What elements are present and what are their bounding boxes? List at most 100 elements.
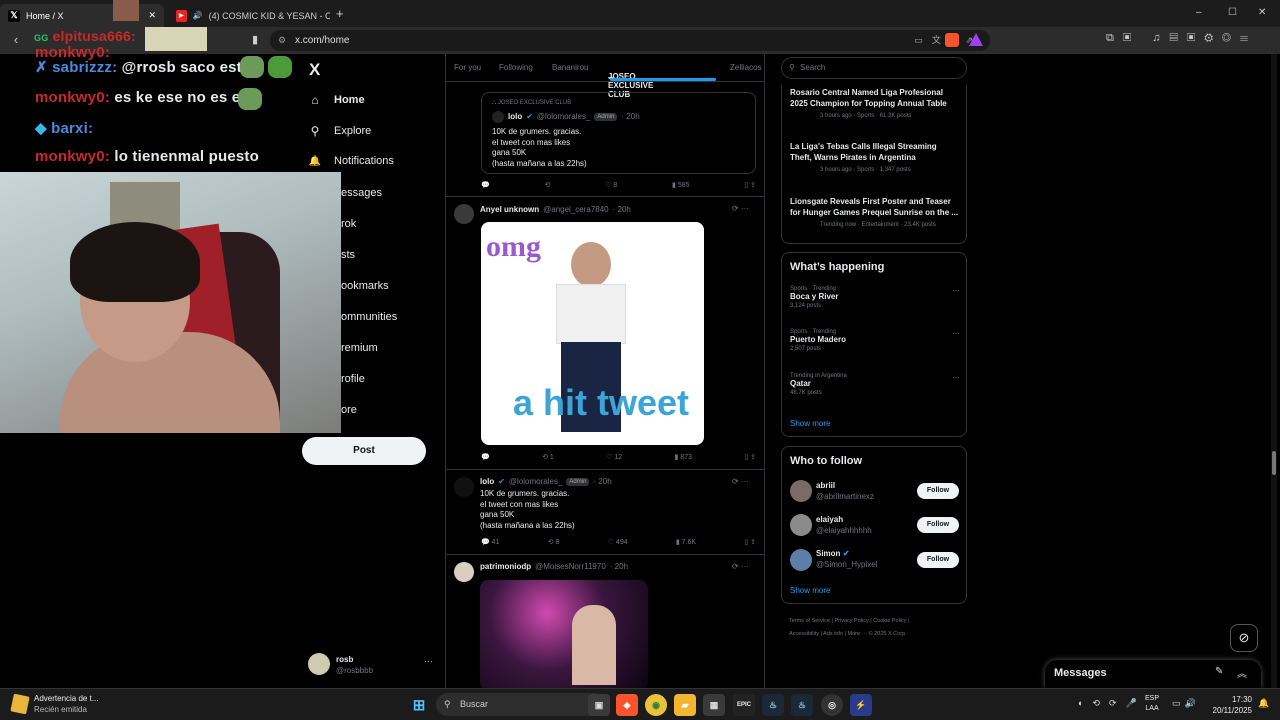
- sidebar-item-more[interactable]: ore: [341, 404, 357, 416]
- news-item[interactable]: La Liga's Tebas Calls Illegal Streaming …: [790, 142, 958, 173]
- language-indicator[interactable]: ESP LAA: [1145, 694, 1159, 714]
- obs-icon[interactable]: ◎: [821, 694, 843, 716]
- taskbar-search[interactable]: ⚲ Buscar: [436, 693, 606, 716]
- sidebar-item-explore[interactable]: ⚲ Explore: [308, 124, 372, 138]
- like-icon[interactable]: ♡ 12: [606, 453, 622, 461]
- avatar[interactable]: [790, 549, 812, 571]
- tab-for-you[interactable]: For you: [454, 63, 481, 72]
- new-tab-button[interactable]: +: [336, 6, 344, 21]
- bookmark-icon[interactable]: ▯ ⇪: [744, 453, 756, 461]
- avatar[interactable]: [790, 480, 812, 502]
- bookmark-icon[interactable]: ▯ ⇪: [744, 538, 756, 546]
- sidebar-item-notifications[interactable]: 🔔 Notifications: [308, 155, 394, 167]
- sidebar-item-grok[interactable]: rok: [341, 218, 356, 230]
- follow-button[interactable]: Follow: [917, 483, 959, 499]
- follow-button[interactable]: Follow: [917, 517, 959, 533]
- views-icon[interactable]: ▮ 7.6K: [676, 538, 696, 546]
- follow-user[interactable]: elaiyah @elaiyahhhhhh: [816, 515, 872, 535]
- trend-item[interactable]: Sports · Trending Puerto Madero 2,507 po…: [790, 329, 960, 352]
- repost-icon[interactable]: ⟲ 8: [548, 538, 560, 546]
- page-scrollbar[interactable]: [1271, 54, 1277, 688]
- feed-tabs: For you Following Bananirou JOSEO EXCLUS…: [446, 54, 764, 99]
- tab-following[interactable]: Following: [499, 63, 533, 72]
- avatar[interactable]: [454, 477, 474, 497]
- like-icon[interactable]: ♡ 8: [605, 181, 617, 189]
- news-item[interactable]: Lionsgate Reveals First Poster and Tease…: [790, 197, 960, 228]
- avatar[interactable]: [790, 514, 812, 536]
- sidebar-item-messages[interactable]: essages: [341, 187, 382, 199]
- follow-button[interactable]: Follow: [917, 552, 959, 568]
- post-button[interactable]: Post: [302, 437, 426, 465]
- tab-zelliacos[interactable]: Zelliacos: [730, 63, 762, 72]
- sidebar-item-premium[interactable]: remium: [341, 342, 378, 354]
- views-icon[interactable]: ▮ 585: [672, 181, 689, 189]
- brave-shields-icon[interactable]: [945, 33, 959, 47]
- compose-message-icon[interactable]: ✎: [1215, 666, 1223, 677]
- search-input[interactable]: ⚲ Search: [781, 57, 967, 79]
- notification-title[interactable]: Advertencia de t...: [34, 694, 98, 703]
- steam-icon[interactable]: ♨: [791, 694, 813, 716]
- reply-icon[interactable]: 💬: [481, 453, 490, 461]
- maximize-button[interactable]: ☐: [1228, 7, 1237, 18]
- tray-icons[interactable]: ◐⟲⟳🎤: [1078, 698, 1146, 709]
- follow-user[interactable]: Simon ✔ @Simon_Hypixel: [816, 549, 877, 569]
- post-image[interactable]: omg a hit tweet: [481, 222, 704, 445]
- task-view-icon[interactable]: ▣: [588, 694, 610, 716]
- windows-start-icon[interactable]: ⊞: [408, 694, 430, 716]
- clock[interactable]: 17:30 20/11/2025: [1208, 694, 1252, 716]
- brave-browser-icon[interactable]: ◈: [616, 694, 638, 716]
- chrome-icon[interactable]: ◉: [645, 694, 667, 716]
- app-icon[interactable]: ⚡: [850, 694, 872, 716]
- sidebar-item-lists[interactable]: sts: [341, 249, 355, 261]
- url-bar[interactable]: ⚙ x.com/home ▭文⚲⇗: [270, 30, 990, 51]
- network-volume-icons[interactable]: ▭🔊: [1172, 698, 1200, 709]
- minimize-button[interactable]: –: [1196, 7, 1202, 18]
- tab-home-x[interactable]: 𝕏 Home / X ✕: [0, 4, 164, 27]
- site-settings-icon[interactable]: ⚙: [278, 30, 286, 51]
- avatar[interactable]: [308, 653, 330, 675]
- messages-drawer[interactable]: Messages ✎ ︽: [1045, 660, 1261, 688]
- store-icon[interactable]: ▦: [703, 694, 725, 716]
- show-more-link[interactable]: Show more: [790, 586, 830, 595]
- trend-item[interactable]: Trending in Argentina Qatar 48.7K posts …: [790, 373, 960, 396]
- tab-bananirou[interactable]: Bananirou: [552, 63, 588, 72]
- reply-icon[interactable]: 💬: [481, 181, 490, 189]
- file-explorer-icon[interactable]: ▰: [674, 694, 696, 716]
- bookmark-page-icon[interactable]: ▮: [247, 33, 263, 46]
- account-menu-icon[interactable]: ···: [424, 656, 433, 666]
- sidebar-item-bookmarks[interactable]: ookmarks: [341, 280, 389, 292]
- news-item[interactable]: Rosario Central Named Liga Profesional 2…: [790, 88, 958, 119]
- quoted-tweet[interactable]: ⛬ JOSEO EXCLUSIVE CLUB lolo ✔ @lolomoral…: [481, 92, 756, 174]
- browser-toolbar-icons[interactable]: ⧉▣ ♫▤▣⚙◎☰: [1106, 32, 1257, 45]
- bookmark-icon[interactable]: ▯ ⇪: [744, 181, 756, 189]
- post-menu-icon[interactable]: ⟳ ···: [732, 204, 749, 213]
- like-icon[interactable]: ♡ 494: [608, 538, 628, 546]
- grok-icon[interactable]: ⊘: [1230, 624, 1258, 652]
- repost-icon[interactable]: ⟲ 1: [542, 453, 554, 461]
- sidebar-item-communities[interactable]: ommunities: [341, 311, 397, 323]
- close-window-button[interactable]: ✕: [1258, 7, 1266, 18]
- views-icon[interactable]: ▮ 873: [675, 453, 692, 461]
- sidebar-item-profile[interactable]: rofile: [341, 373, 365, 385]
- trend-item[interactable]: Sports · Trending Boca y River 3,124 pos…: [790, 286, 960, 309]
- post-image[interactable]: [480, 580, 648, 688]
- x-logo[interactable]: X: [309, 60, 320, 80]
- follow-user[interactable]: abriil @abrilmartinexz: [816, 481, 874, 501]
- back-icon[interactable]: ‹: [8, 32, 24, 47]
- steam-icon[interactable]: ♨: [762, 694, 784, 716]
- post-menu-icon[interactable]: ⟳ ···: [732, 477, 749, 486]
- epic-games-icon[interactable]: EPIC: [733, 694, 755, 716]
- scrollbar-thumb[interactable]: [1272, 451, 1276, 475]
- notification-bell-icon[interactable]: 🔔: [1258, 698, 1269, 709]
- reply-icon[interactable]: 💬 41: [481, 538, 499, 546]
- tab-youtube[interactable]: ▶ 🔊 (4) COSMIC KID & YESAN - CON: [168, 4, 338, 27]
- avatar[interactable]: [454, 204, 474, 224]
- brave-rewards-icon[interactable]: [969, 33, 983, 46]
- post-menu-icon[interactable]: ⟳ ···: [732, 562, 749, 571]
- close-tab-icon[interactable]: ✕: [148, 10, 156, 21]
- expand-icon[interactable]: ︽: [1237, 665, 1247, 680]
- show-more-link[interactable]: Show more: [790, 419, 830, 428]
- sidebar-item-home[interactable]: ⌂ Home: [308, 93, 364, 107]
- avatar[interactable]: [454, 562, 474, 582]
- repost-icon[interactable]: ⟲: [544, 181, 550, 189]
